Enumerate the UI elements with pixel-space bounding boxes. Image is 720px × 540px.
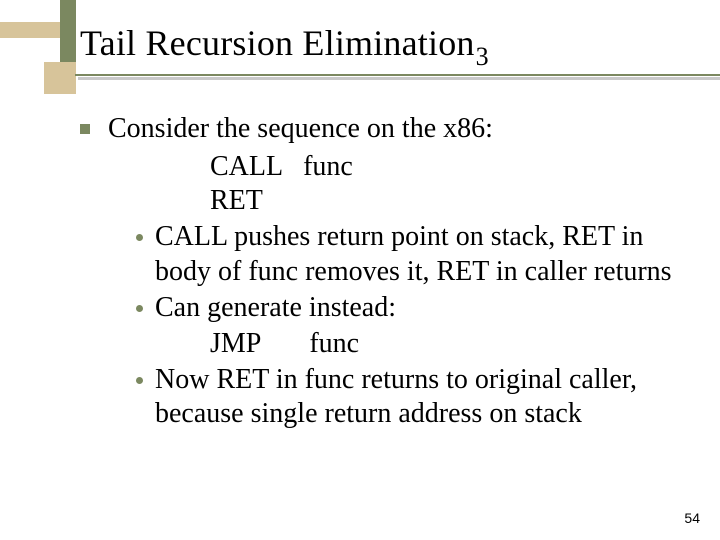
heading-text: Consider the sequence on the x86: xyxy=(108,112,493,146)
bullet-level2: Now RET in func returns to original call… xyxy=(136,363,676,431)
slide-title: Tail Recursion Elimination xyxy=(80,23,475,63)
code-block-1: CALL func RET xyxy=(210,150,676,218)
dot-bullet-icon xyxy=(136,305,143,312)
deco-rect-1 xyxy=(0,22,60,38)
bullet-text: Now RET in func returns to original call… xyxy=(155,363,676,431)
bullet-level2: Can generate instead: xyxy=(136,291,676,325)
title-underline-shadow xyxy=(78,77,720,80)
bullet-text: Can generate instead: xyxy=(155,291,396,325)
deco-rect-3 xyxy=(44,62,76,94)
bullet-level1: Consider the sequence on the x86: xyxy=(80,112,676,146)
page-number: 54 xyxy=(684,510,700,526)
bullet-text: CALL pushes return point on stack, RET i… xyxy=(155,220,676,288)
code-line: RET xyxy=(210,184,676,218)
sub-list: CALL func RET CALL pushes return point o… xyxy=(136,150,676,431)
bullet-level2: CALL pushes return point on stack, RET i… xyxy=(136,220,676,288)
slide-title-subscript: 3 xyxy=(476,42,489,71)
code-line: CALL func xyxy=(210,150,676,184)
dot-bullet-icon xyxy=(136,377,143,384)
slide-content: Consider the sequence on the x86: CALL f… xyxy=(80,112,676,433)
code-line: JMP func xyxy=(210,327,676,361)
dot-bullet-icon xyxy=(136,234,143,241)
code-block-2: JMP func xyxy=(210,327,676,361)
title-underline xyxy=(75,74,720,76)
square-bullet-icon xyxy=(80,124,90,134)
slide-title-wrap: Tail Recursion Elimination3 xyxy=(80,22,690,66)
